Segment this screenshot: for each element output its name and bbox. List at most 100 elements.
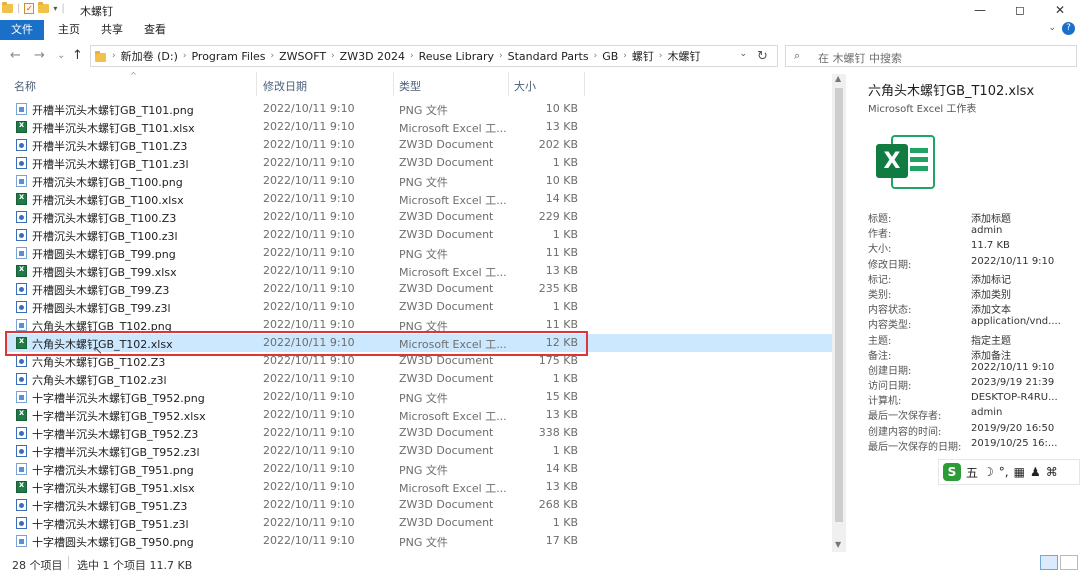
file-row[interactable]: 十字槽圆头木螺钉GB_T950.png 2022/10/11 9:10 PNG 文件… — [6, 532, 836, 550]
breadcrumb-separator[interactable]: › — [659, 51, 663, 61]
keyboard-icon[interactable]: ▦ — [1014, 465, 1025, 479]
property-value[interactable]: application/vnd.... — [971, 316, 1061, 327]
user-icon[interactable]: ♟ — [1030, 465, 1041, 479]
file-row[interactable]: 开槽圆头木螺钉GB_T99.png 2022/10/11 9:10 PNG 文件 11… — [6, 244, 836, 262]
back-button[interactable]: ← — [10, 48, 21, 63]
column-type[interactable]: 类型 — [399, 78, 421, 94]
breadcrumb-separator[interactable]: › — [271, 51, 275, 61]
address-bar[interactable]: › 新加卷 (D:) › Program Files › ZWSOFT › ZW3D … — [90, 45, 778, 67]
breadcrumb-item[interactable]: Standard Parts — [508, 50, 589, 63]
vertical-scrollbar[interactable]: ▲ ▼ — [832, 74, 846, 552]
breadcrumb-item[interactable]: 螺钉 — [632, 48, 654, 64]
property-value[interactable]: admin — [971, 225, 1002, 236]
up-button[interactable]: ↑ — [72, 48, 83, 63]
search-box[interactable]: ⌕ 在 木螺钉 中搜索 — [785, 45, 1077, 67]
column-divider[interactable] — [584, 72, 585, 96]
breadcrumb-separator[interactable]: › — [410, 51, 414, 61]
properties-icon[interactable]: ✓ — [24, 3, 35, 14]
column-divider[interactable] — [508, 72, 509, 96]
details-view-icon[interactable] — [1040, 555, 1058, 570]
ime-mode[interactable]: 五 — [966, 464, 978, 481]
property-value[interactable]: 添加备注 — [971, 347, 1011, 362]
file-row[interactable]: 开槽沉头木螺钉GB_T100.xlsx 2022/10/11 9:10 Micros… — [6, 190, 836, 208]
recent-locations-button[interactable]: ⌄ — [57, 50, 65, 61]
file-row[interactable]: 开槽圆头木螺钉GB_T99.Z3 2022/10/11 9:10 ZW3D Docu… — [6, 280, 836, 298]
file-row[interactable]: 开槽沉头木螺钉GB_T100.z3l 2022/10/11 9:10 ZW3D Do… — [6, 226, 836, 244]
file-name: 十字槽沉头木螺钉GB_T951.Z3 — [32, 500, 188, 513]
ribbon-expand-icon[interactable]: ⌄ — [1048, 23, 1056, 33]
property-key: 标记: — [868, 274, 892, 286]
tab-file[interactable]: 文件 — [0, 20, 44, 40]
breadcrumb-item[interactable]: Reuse Library — [419, 50, 494, 63]
customize-dropdown-icon[interactable]: ▾ — [53, 4, 57, 13]
moon-icon[interactable]: ☽ — [983, 465, 994, 479]
property-value[interactable]: 添加文本 — [971, 301, 1011, 316]
breadcrumb-item[interactable]: ZW3D 2024 — [340, 50, 405, 63]
search-input[interactable]: 在 木螺钉 中搜索 — [818, 50, 902, 66]
file-row[interactable]: 十字槽沉头木螺钉GB_T951.png 2022/10/11 9:10 PNG 文件… — [6, 460, 836, 478]
property-value[interactable]: 指定主题 — [971, 332, 1011, 347]
scroll-up-icon[interactable]: ▲ — [835, 74, 841, 83]
breadcrumb-separator[interactable]: › — [183, 51, 187, 61]
breadcrumb-separator[interactable]: › — [499, 51, 503, 61]
property-value[interactable]: 11.7 KB — [971, 240, 1010, 251]
file-row[interactable]: 十字槽沉头木螺钉GB_T951.xlsx 2022/10/11 9:10 Micro… — [6, 478, 836, 496]
property-value[interactable]: 添加标记 — [971, 271, 1011, 286]
address-dropdown-icon[interactable]: ⌄ — [739, 49, 747, 59]
file-row[interactable]: 开槽沉头木螺钉GB_T100.png 2022/10/11 9:10 PNG 文件 1… — [6, 172, 836, 190]
sogou-logo-icon[interactable]: S — [943, 463, 961, 481]
column-divider[interactable] — [393, 72, 394, 96]
file-row[interactable]: 开槽圆头木螺钉GB_T99.z3l 2022/10/11 9:10 ZW3D Doc… — [6, 298, 836, 316]
tab-share[interactable]: 共享 — [91, 20, 133, 40]
maximize-button[interactable]: ◻ — [1000, 0, 1040, 20]
property-value[interactable]: 2022/10/11 9:10 — [971, 362, 1054, 373]
file-row[interactable]: 开槽半沉头木螺钉GB_T101.xlsx 2022/10/11 9:10 Micro… — [6, 118, 836, 136]
tab-view[interactable]: 查看 — [134, 20, 176, 40]
column-name[interactable]: 名称 — [14, 78, 36, 94]
property-value[interactable]: 2019/9/20 16:50 — [971, 423, 1054, 434]
breadcrumb-item[interactable]: 木螺钉 — [668, 48, 701, 64]
file-row[interactable]: 开槽圆头木螺钉GB_T99.xlsx 2022/10/11 9:10 Microso… — [6, 262, 836, 280]
breadcrumb-separator[interactable]: › — [623, 51, 627, 61]
property-value[interactable]: admin — [971, 407, 1002, 418]
refresh-icon[interactable]: ↻ — [757, 49, 768, 64]
scroll-down-icon[interactable]: ▼ — [835, 540, 841, 549]
breadcrumb-item[interactable]: GB — [602, 50, 618, 63]
file-row[interactable]: 开槽半沉头木螺钉GB_T101.z3l 2022/10/11 9:10 ZW3D D… — [6, 154, 836, 172]
settings-icon[interactable]: ⌘ — [1046, 465, 1058, 479]
file-row[interactable]: 十字槽沉头木螺钉GB_T951.Z3 2022/10/11 9:10 ZW3D Do… — [6, 496, 836, 514]
file-row[interactable]: 六角头木螺钉GB_T102.z3l 2022/10/11 9:10 ZW3D Doc… — [6, 370, 836, 388]
breadcrumb-item[interactable]: Program Files — [191, 50, 265, 63]
minimize-button[interactable]: — — [960, 0, 1000, 20]
breadcrumb-separator[interactable]: › — [331, 51, 335, 61]
column-divider[interactable] — [256, 72, 257, 96]
scrollbar-thumb[interactable] — [835, 88, 843, 522]
column-size[interactable]: 大小 — [514, 78, 536, 94]
breadcrumb-item[interactable]: ZWSOFT — [279, 50, 326, 63]
property-value[interactable]: 2022/10/11 9:10 — [971, 256, 1054, 267]
tab-home[interactable]: 主页 — [48, 20, 90, 40]
property-value[interactable]: 添加标题 — [971, 210, 1011, 225]
file-row[interactable]: 十字槽沉头木螺钉GB_T951.z3l 2022/10/11 9:10 ZW3D D… — [6, 514, 836, 532]
file-row[interactable]: 开槽沉头木螺钉GB_T100.Z3 2022/10/11 9:10 ZW3D Doc… — [6, 208, 836, 226]
forward-button[interactable]: → — [34, 48, 45, 63]
help-icon[interactable]: ? — [1062, 22, 1075, 35]
property-value[interactable]: 添加类别 — [971, 286, 1011, 301]
large-icons-view-icon[interactable] — [1060, 555, 1078, 570]
punctuation-icon[interactable]: °, — [999, 465, 1009, 479]
file-row[interactable]: 十字槽半沉头木螺钉GB_T952.z3l 2022/10/11 9:10 ZW3D … — [6, 442, 836, 460]
breadcrumb-separator[interactable]: › — [594, 51, 598, 61]
property-value[interactable]: 2019/10/25 16:... — [971, 438, 1057, 449]
file-row[interactable]: 开槽半沉头木螺钉GB_T101.Z3 2022/10/11 9:10 ZW3D Do… — [6, 136, 836, 154]
file-row[interactable]: 开槽半沉头木螺钉GB_T101.png 2022/10/11 9:10 PNG 文件… — [6, 100, 836, 118]
close-button[interactable]: ✕ — [1040, 0, 1080, 20]
property-value[interactable]: 2023/9/19 21:39 — [971, 377, 1054, 388]
breadcrumb-separator[interactable]: › — [112, 51, 116, 61]
breadcrumb-item[interactable]: 新加卷 (D:) — [121, 48, 178, 64]
file-row[interactable]: 十字槽半沉头木螺钉GB_T952.png 2022/10/11 9:10 PNG 文… — [6, 388, 836, 406]
file-row[interactable]: 十字槽半沉头木螺钉GB_T952.xlsx 2022/10/11 9:10 Micr… — [6, 406, 836, 424]
file-row[interactable]: 十字槽半沉头木螺钉GB_T952.Z3 2022/10/11 9:10 ZW3D D… — [6, 424, 836, 442]
property-value[interactable]: DESKTOP-R4RU... — [971, 392, 1058, 403]
new-folder-icon[interactable] — [38, 2, 50, 13]
column-date[interactable]: 修改日期 — [263, 78, 307, 94]
